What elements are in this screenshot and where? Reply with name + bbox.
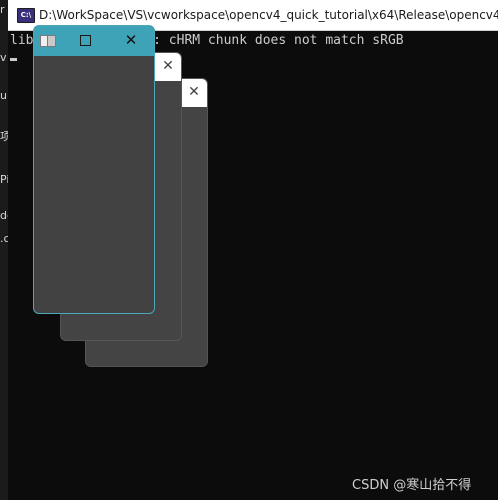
image-window-front[interactable]: ✕	[33, 25, 155, 314]
console-line-suffix: CP: cHRM chunk does not match sRGB	[137, 33, 404, 48]
console-title: D:\WorkSpace\VS\vcworkspace\opencv4_quic…	[39, 8, 498, 22]
console-cursor	[10, 58, 17, 61]
ide-sliver: r v ui 项 Pi de .c	[0, 0, 14, 500]
image-window-titlebar[interactable]: ✕	[34, 26, 154, 56]
watermark: CSDN @寒山拾不得	[352, 478, 472, 493]
close-icon[interactable]: ✕	[124, 33, 138, 48]
ide-fragment: r	[0, 3, 5, 16]
window-app-icon	[40, 35, 56, 47]
close-icon[interactable]: ✕	[187, 85, 201, 99]
console-line-prefix: lib	[10, 33, 34, 48]
ide-fragment: v	[0, 51, 7, 64]
console-app-icon: C:\	[17, 8, 35, 23]
maximize-icon[interactable]	[80, 35, 91, 46]
close-icon[interactable]: ✕	[161, 59, 175, 73]
